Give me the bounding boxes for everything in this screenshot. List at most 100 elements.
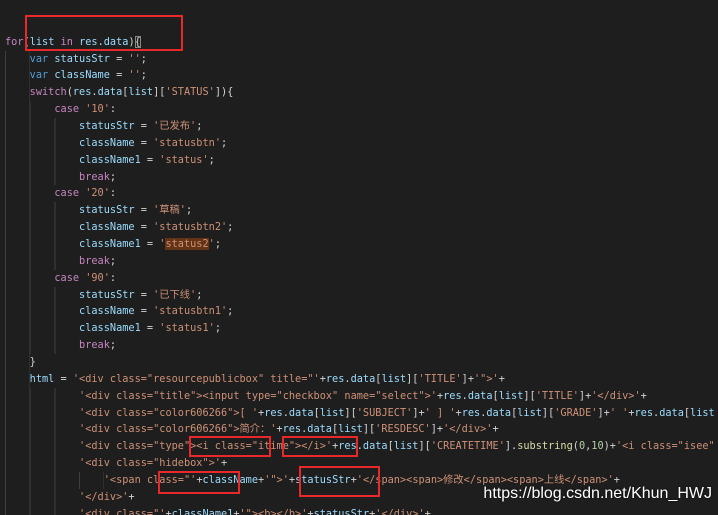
code-token-punctuation: ]+ [412,406,425,419]
code-token-punctuation: ; [214,322,221,335]
code-token-variable: list [319,406,345,419]
code-token-variable: list [498,389,524,402]
indent-guides [5,455,80,473]
code-token-string: '20' [85,187,110,200]
indent-guides [5,134,80,152]
code-token-punctuation: + [640,389,647,402]
code-token-variable: res [72,86,92,99]
indent-guides [5,84,30,102]
code-token-variable: list [29,35,55,48]
code-token-variable: className1 [79,153,141,166]
code-token-punctuation: ; [214,238,221,251]
code-token-variable: list [128,86,154,99]
code-line[interactable]: statusStr = '草稿'; [5,202,718,220]
code-token-variable: className1 [171,507,234,515]
indent-guides [5,505,80,515]
code-token-variable: className [54,69,110,82]
code-token-string: 'TITLE' [418,372,462,385]
code-editor[interactable]: for(list in res.data){var statusStr = ''… [0,0,718,515]
code-token-matched-bracket: { [134,35,141,48]
code-line[interactable]: var className = ''; [5,67,718,85]
code-token-highlighted-match: status2 [165,238,209,251]
code-token-string: '90' [85,271,110,284]
code-token-keyword: break [79,339,110,352]
code-token-string: '</div>' [375,507,425,515]
code-line[interactable]: break; [5,252,718,270]
code-line[interactable]: '<div class="hidebox">'+ [5,455,718,473]
code-line[interactable]: className = 'statusbtn2'; [5,219,718,237]
code-token-punctuation: ; [109,170,117,183]
code-token-string: '' [128,52,141,65]
code-line[interactable]: break; [5,168,718,186]
code-token-punctuation: ][ [418,440,431,453]
indent-guides [5,202,80,220]
code-token-string: 'RESDESC' [375,423,431,436]
code-line[interactable]: '<div class="type"><i class="itime"></i>… [5,438,718,456]
code-line[interactable]: className1 = 'status2'; [5,236,718,253]
code-line[interactable]: '<div class="color606266">[ '+res.data[l… [5,404,718,422]
code-token-variable: statusStr [79,288,135,301]
code-token-variable: list [517,406,542,419]
code-line[interactable]: className = 'statusbtn1'; [5,303,718,321]
code-token-variable: data [307,423,332,436]
code-line[interactable]: for(list in res.data){ [5,34,718,51]
code-line[interactable]: className1 = 'status1'; [5,320,718,338]
code-token-punctuation: ; [140,52,147,65]
code-line[interactable]: className = 'statusbtn'; [5,134,718,152]
code-token-string: 'status1' [159,322,215,335]
indent-guides [5,236,80,253]
code-line[interactable]: '<div class="title"><input type="checkbo… [5,387,718,405]
code-token-string: 'statusbtn2' [153,221,228,234]
code-token-variable: res [282,423,302,436]
code-token-punctuation: } [29,356,36,369]
code-line[interactable]: case '90': [5,269,718,287]
code-token-punctuation: = [134,305,154,318]
code-token-string: 'status' [159,153,209,166]
code-line[interactable]: statusStr = '已下线'; [5,286,718,304]
code-line[interactable]: } [5,354,718,371]
code-token-string: '草稿' [153,204,186,217]
code-line[interactable]: statusStr = '已发布'; [5,118,718,135]
code-line[interactable]: var statusStr = ''; [5,50,718,68]
indent-guides [5,354,30,371]
code-line[interactable]: '<div class="'+className1+'"><b></b>'+st… [5,505,718,515]
code-lines[interactable]: for(list in res.data){var statusStr = ''… [5,34,718,515]
code-token-string: '"><b></b>' [239,507,308,515]
indent-guides [5,286,80,304]
code-token-string: 'SUBJECT' [356,406,413,419]
code-line[interactable]: case '20': [5,185,718,203]
code-token-keyword: case [54,187,86,200]
code-line[interactable]: case '10': [5,101,718,119]
code-token-punctuation: ]+ [597,406,610,419]
code-line[interactable]: switch(res.data[list]['STATUS']){ [5,84,718,102]
code-token-string: 'statusbtn' [153,136,221,149]
code-line[interactable]: className1 = 'status'; [5,151,718,169]
code-token-variable: className [79,136,135,149]
code-token-string: 'GRADE' [554,406,598,419]
code-token-punctuation: ; [140,69,147,82]
code-token-punctuation: ][ [362,423,376,436]
indent-guides [5,337,80,355]
code-token-punctuation: = [134,288,154,301]
code-token-string: 'statusbtn1' [153,305,228,318]
code-line[interactable]: html = '<div class="resourcepublicbox" t… [5,370,718,388]
code-token-punctuation: ; [196,120,203,133]
code-token-string: '10' [85,103,110,116]
code-token-string: '已下线' [153,288,197,301]
code-token-punctuation: ; [227,305,234,318]
code-token-variable: res [443,389,462,402]
code-line[interactable]: break; [5,337,718,355]
code-token-variable: className1 [79,238,141,251]
code-token-keyword: case [54,103,86,116]
code-token-punctuation: : [109,103,117,116]
code-token-string: 'CREATETIME' [430,440,505,453]
code-token-keyword: switch [29,86,67,99]
code-token-punctuation: ][ [344,406,357,419]
code-token-punctuation: ]. [504,440,518,453]
code-token-variable: className [79,305,135,318]
code-token-string: '</div>' [443,423,493,436]
code-line[interactable]: '<div class="color606266">简介：'+res.data[… [5,421,718,439]
code-token-variable: data [486,406,512,419]
code-token-punctuation: : [109,187,117,200]
code-token-variable: data [103,35,129,48]
